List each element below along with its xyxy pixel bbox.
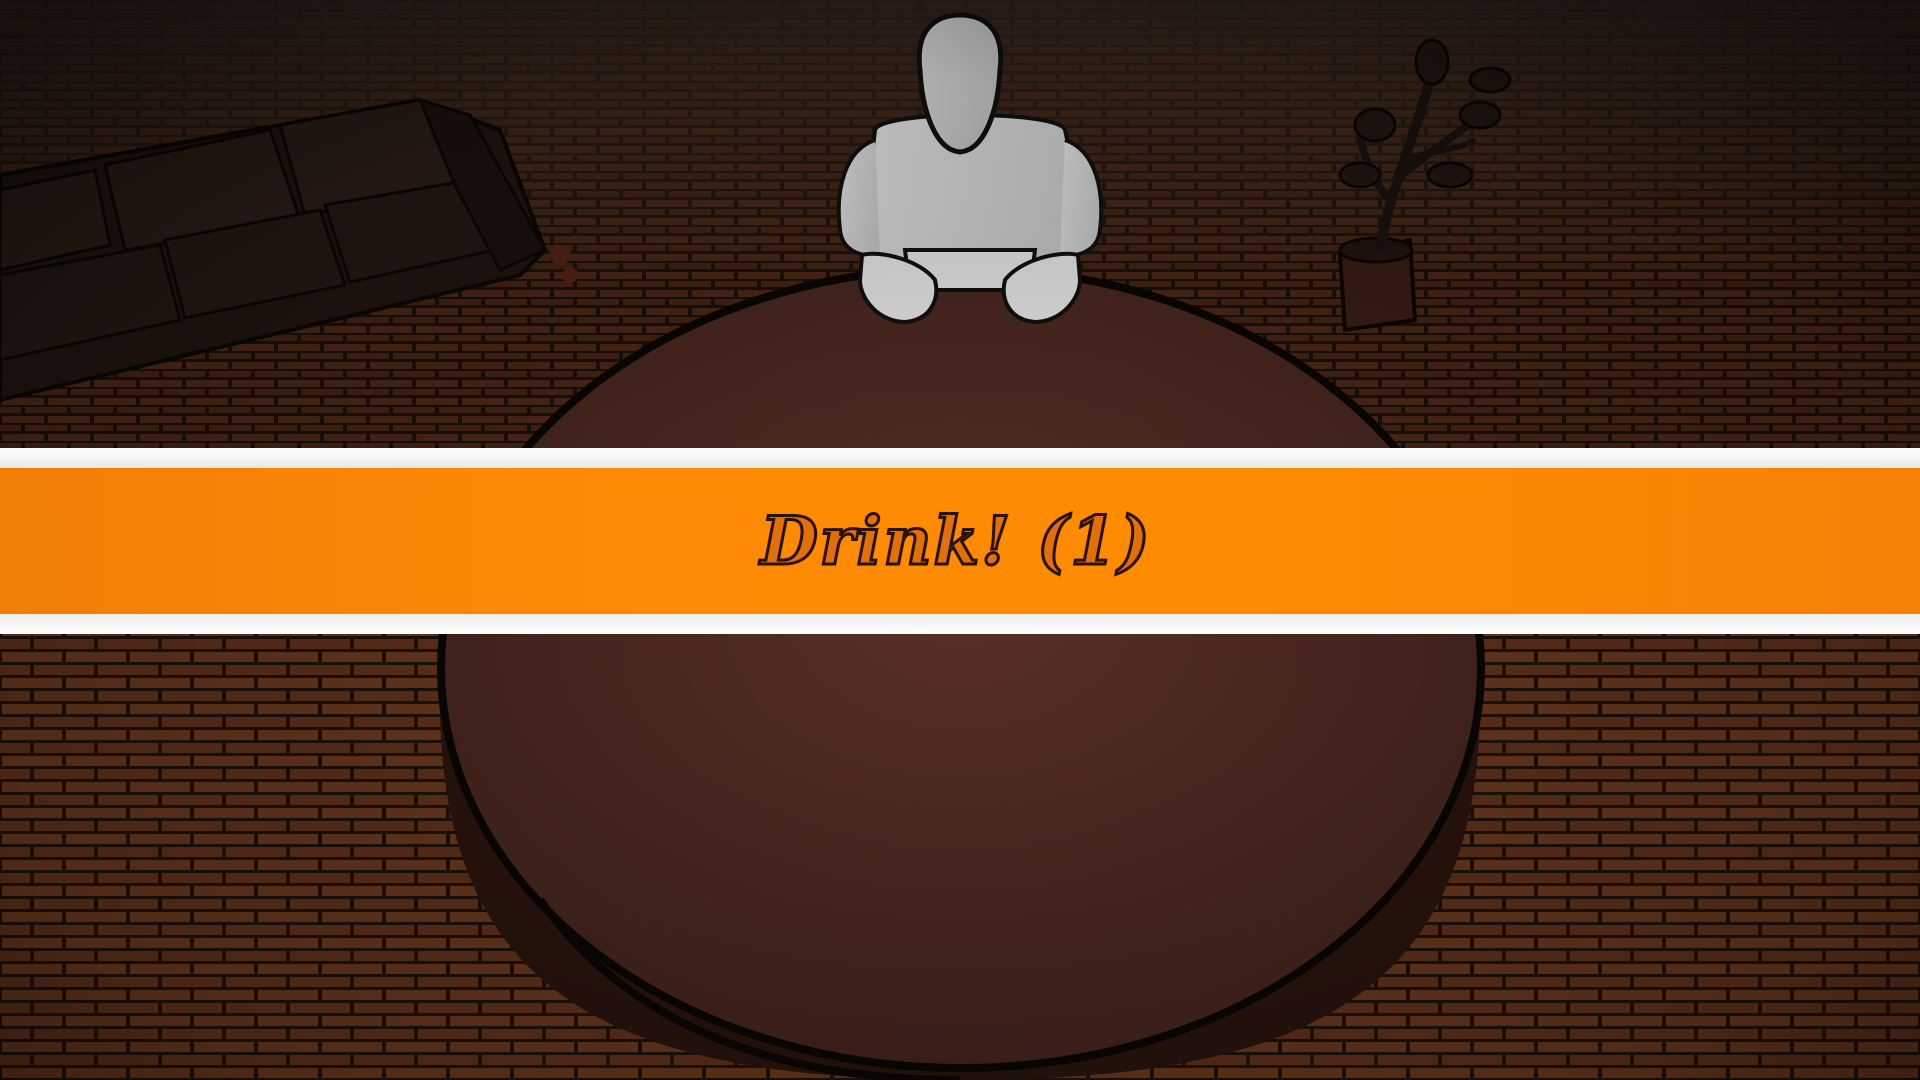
banner-bottom-stripe (0, 614, 1920, 634)
drink-prompt-text: Drink! (1) (759, 501, 1152, 582)
banner-top-stripe (0, 448, 1920, 468)
drink-banner: Drink! (1) (0, 448, 1920, 634)
banner-band: Drink! (1) (0, 468, 1920, 614)
